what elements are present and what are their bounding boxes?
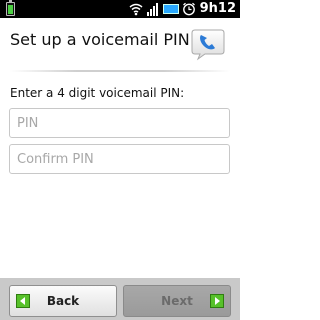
page-title: Set up a voicemail PIN (10, 30, 190, 49)
instruction-label: Enter a 4 digit voicemail PIN: (10, 86, 185, 100)
wifi-icon (129, 3, 143, 16)
signal-icon (147, 3, 158, 16)
status-bar: 9h12 (0, 0, 240, 18)
confirm-pin-input[interactable] (9, 144, 230, 174)
back-button[interactable]: Back (9, 285, 117, 317)
next-button[interactable]: Next (123, 285, 231, 317)
back-label: Back (46, 294, 80, 308)
alarm-icon (183, 2, 195, 16)
voicemail-phone-icon (191, 29, 225, 61)
status-icons (129, 2, 196, 16)
header-divider (10, 70, 230, 72)
pin-input[interactable] (9, 108, 230, 138)
battery-charging-icon (6, 0, 15, 16)
next-arrow-icon (210, 294, 224, 308)
back-arrow-icon (16, 294, 30, 308)
bottom-button-bar: Back Next (0, 278, 240, 320)
next-label: Next (161, 294, 193, 308)
battery-blue-icon (163, 4, 179, 14)
status-time: 9h12 (199, 1, 236, 16)
